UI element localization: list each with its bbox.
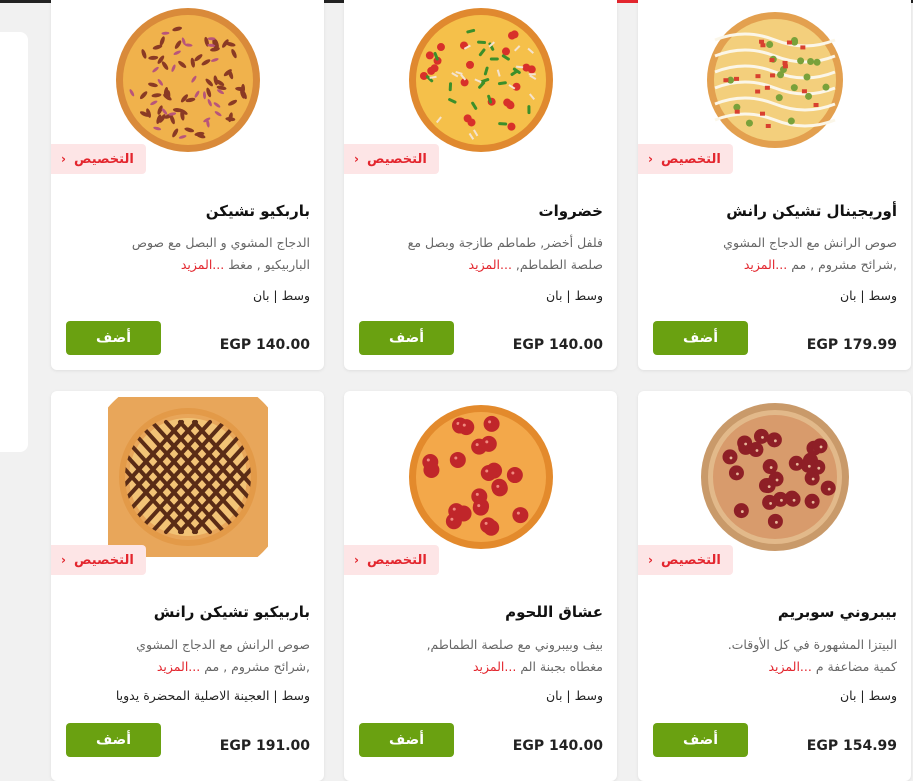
read-more-link[interactable]: ...المزيد	[157, 659, 200, 674]
add-to-cart-button[interactable]: أضف	[66, 723, 161, 757]
chevron-right-icon: ›	[61, 152, 66, 166]
item-description: الدجاج المشوي و البصل مع صوص الباربيكيو …	[61, 232, 310, 276]
add-to-cart-button[interactable]: أضف	[359, 723, 454, 757]
customize-button[interactable]: › التخصيص	[638, 144, 733, 174]
menu-item-card: › التخصيص أوريجينال تشيكن رانش صوص الران…	[638, 0, 911, 370]
read-more-link[interactable]: ...المزيد	[181, 257, 224, 272]
description-line: الدجاج المشوي و البصل مع صوص	[131, 235, 310, 250]
pizza-image[interactable]	[695, 397, 855, 557]
read-more-link[interactable]: ...المزيد	[469, 257, 512, 272]
item-name: أوريجينال تشيكن رانش	[726, 202, 897, 220]
customize-label: التخصيص	[73, 151, 134, 167]
menu-item-card: › التخصيص عشاق اللحوم بيف وبيبروني مع صل…	[344, 391, 617, 781]
item-description: صوص الرانش مع الدجاج المشوي ,شرائح مشروم…	[648, 232, 897, 276]
description-line: صوص الرانش مع الدجاج المشوي	[136, 637, 310, 652]
read-more-link[interactable]: ...المزيد	[744, 257, 787, 272]
item-name: بيبروني سوبريم	[777, 603, 897, 621]
menu-item-card: › التخصيص باربكيو تشيكن الدجاج المشوي و …	[51, 0, 324, 370]
item-name: عشاق اللحوم	[505, 603, 603, 621]
read-more-link[interactable]: ...المزيد	[768, 659, 811, 674]
chevron-right-icon: ›	[354, 553, 359, 567]
chevron-right-icon: ›	[61, 553, 66, 567]
item-sizes: وسط | بان	[252, 288, 310, 303]
customize-button[interactable]: › التخصيص	[638, 545, 733, 575]
item-sizes: وسط | بان	[839, 288, 897, 303]
add-to-cart-button[interactable]: أضف	[66, 321, 161, 355]
customize-label: التخصيص	[366, 552, 427, 568]
description-line: فلفل أخضر, طماطم طازجة وبصل مع	[407, 235, 603, 250]
item-sizes: وسط | بان	[839, 688, 897, 703]
read-more-link[interactable]: ...المزيد	[473, 659, 516, 674]
description-line: مغطاه بجبنة الم	[520, 659, 603, 674]
customize-button[interactable]: › التخصيص	[344, 545, 439, 575]
description-line: ,شرائح مشروم , مم	[204, 659, 310, 674]
item-description: البيتزا المشهورة في كل الأوقات. كمية مضا…	[648, 634, 897, 678]
item-sizes: وسط | بان	[545, 288, 603, 303]
menu-item-card: › التخصيص خضروات فلفل أخضر, طماطم طازجة …	[344, 0, 617, 370]
chevron-right-icon: ›	[648, 152, 653, 166]
item-price: EGP 140.00	[219, 337, 310, 353]
item-price: EGP 140.00	[512, 738, 603, 754]
pizza-image[interactable]	[401, 0, 561, 160]
chevron-right-icon: ›	[648, 553, 653, 567]
item-sizes: وسط | بان	[545, 688, 603, 703]
customize-button[interactable]: › التخصيص	[51, 144, 146, 174]
customize-button[interactable]: › التخصيص	[51, 545, 146, 575]
chevron-right-icon: ›	[354, 152, 359, 166]
pizza-image[interactable]	[695, 0, 855, 160]
item-price: EGP 179.99	[806, 337, 897, 353]
item-name: باربيكيو تشيكن رانش	[153, 603, 310, 621]
description-line: صلصة الطماطم,	[515, 257, 603, 272]
menu-item-card: › التخصيص باربيكيو تشيكن رانش صوص الرانش…	[51, 391, 324, 781]
description-line: الباربيكيو , مغط	[228, 257, 310, 272]
description-line: بيف وبيبروني مع صلصة الطماطم,	[426, 637, 603, 652]
menu-item-card: › التخصيص بيبروني سوبريم البيتزا المشهور…	[638, 391, 911, 781]
side-category-panel	[0, 32, 28, 452]
customize-button[interactable]: › التخصيص	[344, 144, 439, 174]
customize-label: التخصيص	[366, 151, 427, 167]
item-price: EGP 191.00	[219, 738, 310, 754]
add-to-cart-button[interactable]: أضف	[359, 321, 454, 355]
item-name: باربكيو تشيكن	[205, 202, 310, 220]
description-line: ,شرائح مشروم , مم	[791, 257, 897, 272]
description-line: صوص الرانش مع الدجاج المشوي	[723, 235, 897, 250]
item-price: EGP 140.00	[512, 337, 603, 353]
item-description: فلفل أخضر, طماطم طازجة وبصل مع صلصة الطم…	[354, 232, 603, 276]
description-line: كمية مضاعفة م	[815, 659, 897, 674]
add-to-cart-button[interactable]: أضف	[653, 723, 748, 757]
item-description: بيف وبيبروني مع صلصة الطماطم, مغطاه بجبن…	[354, 634, 603, 678]
item-name: خضروات	[538, 202, 603, 220]
add-to-cart-button[interactable]: أضف	[653, 321, 748, 355]
item-sizes: وسط | العجينة الاصلية المحضرة يدويا	[115, 688, 310, 703]
pizza-image[interactable]	[108, 0, 268, 160]
customize-label: التخصيص	[73, 552, 134, 568]
pizza-image[interactable]	[401, 397, 561, 557]
item-price: EGP 154.99	[806, 738, 897, 754]
customize-label: التخصيص	[660, 151, 721, 167]
item-description: صوص الرانش مع الدجاج المشوي ,شرائح مشروم…	[61, 634, 310, 678]
description-line: البيتزا المشهورة في كل الأوقات.	[727, 637, 897, 652]
pizza-image[interactable]	[107, 397, 268, 557]
customize-label: التخصيص	[660, 552, 721, 568]
